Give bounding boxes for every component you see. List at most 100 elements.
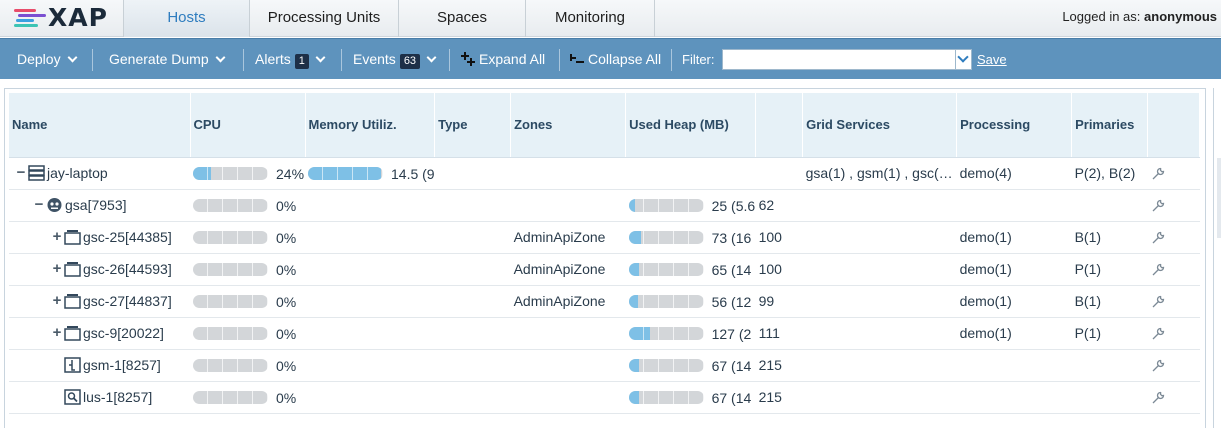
container-icon <box>64 293 81 309</box>
column-header-processing[interactable]: Processing <box>956 93 1073 158</box>
row-name[interactable]: jay-laptop <box>47 165 108 181</box>
row-name[interactable]: gsa[7953] <box>65 197 127 213</box>
grid-services-cell: gsa(1) , gsm(1) , gsc(… <box>802 157 957 190</box>
column-header-used-heap[interactable]: Used Heap (MB) <box>625 93 757 158</box>
alerts-label: Alerts <box>255 51 291 67</box>
events-label: Events <box>353 51 396 67</box>
table-row[interactable]: + gsc-27[44837] 0% AdminApiZone 56 (12 99 demo… <box>9 285 1200 318</box>
cpu-usage-bar <box>193 231 268 245</box>
zones-cell <box>510 189 626 222</box>
cpu-usage-bar-fill <box>193 167 211 181</box>
filter-input[interactable] <box>722 49 956 70</box>
column-header-cpu[interactable]: CPU <box>190 93 306 158</box>
wrench-icon[interactable] <box>1151 231 1165 245</box>
grid-services-cell <box>802 317 957 350</box>
expand-toggle[interactable]: + <box>51 229 63 244</box>
collapse-toggle[interactable]: − <box>15 165 27 180</box>
heap-usage-bar-fill <box>628 327 650 341</box>
column-header-memory[interactable]: Memory Utiliz. <box>305 93 436 158</box>
generate-dump-label: Generate Dump <box>109 51 209 67</box>
cpu-usage-bar <box>193 199 268 213</box>
actions-cell <box>1147 285 1200 318</box>
zones-cell: AdminApiZone <box>510 253 626 286</box>
filter-dropdown-button[interactable] <box>955 49 972 70</box>
table-row[interactable]: + gsc-26[44593] 0% AdminApiZone 65 (14 100 dem… <box>9 253 1200 286</box>
tab-hosts[interactable]: Hosts <box>124 0 250 37</box>
cpu-value: 0% <box>276 261 297 278</box>
xap-logo[interactable]: XAP <box>0 0 124 37</box>
table-row[interactable]: gsm-1[8257] 0% 67 (14 215 <box>9 349 1200 382</box>
wrench-icon[interactable] <box>1151 199 1165 213</box>
primaries-cell: P(1) <box>1071 317 1148 350</box>
row-name[interactable]: gsc-25[44385] <box>83 229 172 245</box>
table-row[interactable]: lus-1[8257] 0% 67 (14 215 <box>9 381 1200 414</box>
row-name[interactable]: gsc-26[44593] <box>83 261 172 277</box>
expand-all-button[interactable]: Expand All <box>461 39 545 80</box>
table-row[interactable]: + gsc-9[20022] 0% 127 (2 111 demo(1) P(1) <box>9 317 1200 350</box>
row-name[interactable]: gsm-1[8257] <box>83 357 161 373</box>
heap-value: 127 (2 <box>711 325 752 342</box>
row-name[interactable]: lus-1[8257] <box>83 389 152 405</box>
row-name[interactable]: gsc-27[44837] <box>83 293 172 309</box>
column-header-grid-services[interactable]: Grid Services <box>802 93 958 158</box>
expand-toggle[interactable]: + <box>51 293 63 308</box>
collapse-all-label: Collapse All <box>588 51 662 67</box>
hosts-table: Name CPU Memory Utiliz. Type Zones Used … <box>9 93 1201 414</box>
tab-processing-units[interactable]: Processing Units <box>250 0 399 37</box>
column-header-zones[interactable]: Zones <box>510 93 627 158</box>
collapse-toggle[interactable]: − <box>33 197 45 212</box>
cpu-usage-bar <box>193 295 268 309</box>
scrollbar[interactable] <box>1217 158 1221 238</box>
processing-cell <box>956 349 1072 382</box>
tab-spaces[interactable]: Spaces <box>399 0 526 37</box>
cpu-usage-bar <box>193 327 268 341</box>
processing-cell: demo(1) <box>956 285 1072 318</box>
heap-value: 67 (14 <box>711 357 752 374</box>
save-filter-link[interactable]: Save <box>977 39 1007 80</box>
table-row[interactable]: + gsc-25[44385] 0% AdminApiZone 73 (16 100 dem… <box>9 221 1200 254</box>
toolbar-divider <box>243 49 244 71</box>
chevron-down-icon <box>426 52 437 63</box>
heap-usage-bar <box>628 391 704 405</box>
wrench-icon[interactable] <box>1151 359 1165 373</box>
column-header-primaries[interactable]: Primaries <box>1071 93 1149 158</box>
hosts-panel: Name CPU Memory Utiliz. Type Zones Used … <box>4 88 1206 428</box>
generate-dump-button[interactable]: Generate Dump <box>109 39 226 80</box>
wrench-icon[interactable] <box>1151 327 1165 341</box>
wrench-icon[interactable] <box>1151 391 1165 405</box>
cpu-cell: 24% <box>190 157 305 190</box>
tab-monitoring[interactable]: Monitoring <box>526 0 655 37</box>
column-header-type[interactable]: Type <box>434 93 512 158</box>
wrench-icon[interactable] <box>1151 295 1165 309</box>
deploy-label: Deploy <box>17 51 61 67</box>
primaries-cell: B(1) <box>1071 221 1148 254</box>
toolbar-divider <box>449 49 450 71</box>
actions-cell <box>1147 157 1200 190</box>
events-button[interactable]: Events 63 <box>353 39 437 80</box>
heap-value: 73 (16 <box>711 229 752 246</box>
zones-cell: AdminApiZone <box>510 221 626 254</box>
deploy-button[interactable]: Deploy <box>17 39 78 80</box>
expand-toggle[interactable]: + <box>51 325 63 340</box>
processing-cell: demo(1) <box>956 317 1072 350</box>
heap-cell <box>625 157 756 190</box>
collapse-all-button[interactable]: Collapse All <box>570 39 661 80</box>
column-header-name[interactable]: Name <box>9 93 191 158</box>
table-row[interactable]: − jay-laptop 24% 14.5 (9 gsa(1) , gsm(1) , g… <box>9 157 1200 190</box>
wrench-icon[interactable] <box>1151 263 1165 277</box>
processing-cell: demo(1) <box>956 253 1072 286</box>
row-name[interactable]: gsc-9[20022] <box>83 325 164 341</box>
primaries-cell: B(1) <box>1071 285 1148 318</box>
grid-services-cell <box>802 349 957 382</box>
wrench-icon[interactable] <box>1151 167 1165 181</box>
memory-value: 14.5 (9 <box>391 165 435 182</box>
heap-usage-bar-fill <box>628 391 640 405</box>
chevron-down-icon <box>957 51 969 63</box>
heap-extra-cell: 215 <box>755 349 803 382</box>
expand-toggle[interactable]: + <box>51 261 63 276</box>
table-row[interactable]: − gsa[7953] 0% 25 (5.6 62 <box>9 189 1200 222</box>
heap-value: 56 (12 <box>711 293 752 310</box>
container-icon <box>64 229 81 245</box>
alerts-button[interactable]: Alerts 1 <box>255 39 326 80</box>
memory-cell <box>305 317 435 350</box>
